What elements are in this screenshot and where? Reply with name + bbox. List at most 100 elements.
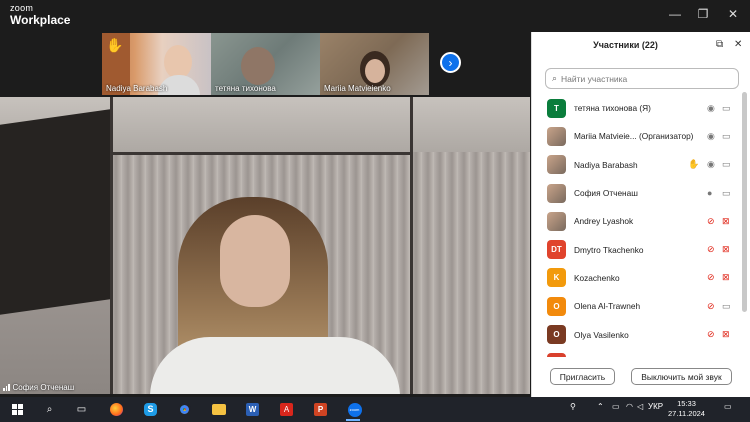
thumbnail-video[interactable]: тетяна тихонова bbox=[211, 33, 320, 95]
windows-taskbar: ⌕ ▭ S W A P zoom ⚲ ⌃ ▭ ◠ ◁ УКР 15:33 27.… bbox=[0, 397, 750, 422]
mic-icon[interactable]: ◉ bbox=[707, 103, 715, 114]
participant-name: София Отченаш bbox=[574, 188, 638, 199]
notifications-icon[interactable]: ▭ bbox=[724, 402, 732, 411]
dark-panel bbox=[0, 109, 110, 315]
participant-name: Andrey Lyashok bbox=[574, 216, 634, 227]
active-speaker-video[interactable]: София Отченаш bbox=[0, 97, 530, 394]
camera-icon[interactable]: ▭ bbox=[722, 131, 731, 142]
title-bar: zoom Workplace bbox=[0, 0, 530, 32]
thumbnail-name: Mariia Matvieienko bbox=[324, 84, 391, 93]
participants-list: Tтетяна тихонова (Я) ◉ ▭ Mariia Matvieie...… bbox=[532, 94, 742, 357]
participant-row[interactable]: O Olya Vasilenko ⊘ ⊠ bbox=[532, 320, 742, 348]
bed-frame bbox=[110, 152, 413, 155]
participant-row[interactable]: DT Dmytro Tkachenko ⊘ ⊠ bbox=[532, 235, 742, 263]
mic-icon[interactable]: ◉ bbox=[707, 131, 715, 142]
clock[interactable]: 15:33 27.11.2024 bbox=[668, 399, 705, 419]
camera-off-icon[interactable]: ⊠ bbox=[722, 329, 730, 340]
participant-row[interactable]: Mariia Matvieie... (Организатор) ◉ ▭ bbox=[532, 122, 742, 150]
avatar bbox=[547, 155, 566, 175]
zoom-logo: zoom Workplace bbox=[10, 3, 71, 27]
next-page-button[interactable]: › bbox=[440, 52, 461, 73]
mic-icon[interactable]: ◉ bbox=[707, 159, 715, 170]
avatar bbox=[547, 211, 566, 231]
clock-date: 27.11.2024 bbox=[668, 409, 705, 418]
mic-muted-icon[interactable]: ⊘ bbox=[707, 301, 715, 312]
raised-hand-icon: ✋ bbox=[688, 159, 700, 170]
volume-icon[interactable]: ◁ bbox=[637, 402, 643, 411]
person-body bbox=[150, 337, 400, 394]
logo-line1: zoom bbox=[10, 3, 34, 13]
camera-icon[interactable]: ▭ bbox=[722, 188, 731, 199]
participant-row[interactable]: Tтетяна тихонова (Я) ◉ ▭ bbox=[532, 94, 742, 122]
participant-name: Mariia Matvieie... (Организатор) bbox=[574, 131, 694, 142]
zoom-window: zoom Workplace — ❐ ✕ ✋ Nadiya Barabash т… bbox=[0, 0, 750, 397]
participant-row[interactable]: София Отченаш ● ▭ bbox=[532, 179, 742, 207]
thumbnail-name: тетяна тихонова bbox=[215, 84, 276, 93]
thumbnail-strip: ✋ Nadiya Barabash тетяна тихонова Mariia… bbox=[102, 33, 430, 95]
firefox-icon[interactable] bbox=[107, 400, 126, 419]
pop-out-icon[interactable]: ⧉ bbox=[716, 39, 723, 50]
participant-row[interactable]: Nadiya Barabash ✋ ◉ ▭ bbox=[532, 151, 742, 179]
language-indicator[interactable]: УКР bbox=[648, 402, 663, 411]
speaker-name: София Отченаш bbox=[12, 383, 75, 392]
participant-row[interactable]: K Kozachenko ⊘ ⊠ bbox=[532, 264, 742, 292]
chevron-right-icon: › bbox=[448, 55, 453, 70]
thumbnail-video[interactable]: ✋ Nadiya Barabash bbox=[102, 33, 211, 95]
zoom-app-icon[interactable]: zoom bbox=[345, 400, 364, 419]
search-input[interactable] bbox=[561, 73, 722, 84]
thumbnail-video[interactable]: Mariia Matvieienko bbox=[320, 33, 429, 95]
camera-off-icon[interactable]: ⊠ bbox=[722, 272, 730, 283]
mic-muted-icon[interactable]: ⊘ bbox=[707, 329, 715, 340]
skype-icon[interactable]: S bbox=[141, 400, 160, 419]
close-window-button[interactable]: ✕ bbox=[718, 0, 748, 28]
participant-row[interactable]: O Olena Al-Trawneh ⊘ ▭ bbox=[532, 292, 742, 320]
search-icon[interactable]: ⌕ bbox=[40, 400, 59, 419]
avatar: O bbox=[547, 296, 566, 316]
raised-hand-icon: ✋ bbox=[106, 37, 124, 53]
avatar: T bbox=[547, 98, 566, 118]
minimize-button[interactable]: — bbox=[660, 0, 690, 28]
participant-row[interactable]: Andrey Lyashok ⊘ ⊠ bbox=[532, 207, 742, 235]
camera-icon[interactable]: ▭ bbox=[722, 103, 731, 114]
participant-name: Nadiya Barabash bbox=[574, 159, 638, 170]
invite-button[interactable]: Пригласить bbox=[550, 368, 615, 385]
speaker-label: София Отченаш bbox=[3, 383, 74, 392]
battery-icon[interactable]: ▭ bbox=[612, 402, 620, 411]
maximize-button[interactable]: ❐ bbox=[688, 0, 718, 28]
acrobat-icon[interactable]: A bbox=[277, 400, 296, 419]
participant-row[interactable]: ⊘⊠ bbox=[532, 349, 742, 357]
wifi-icon[interactable]: ◠ bbox=[626, 402, 633, 411]
task-view-icon[interactable]: ▭ bbox=[72, 400, 91, 419]
camera-off-icon[interactable]: ⊠ bbox=[722, 216, 730, 227]
avatar: K bbox=[547, 268, 566, 288]
participant-name: Olya Vasilenko bbox=[574, 329, 629, 340]
mute-me-button[interactable]: Выключить мой звук bbox=[631, 368, 732, 385]
avatar: DT bbox=[547, 240, 566, 260]
participant-face bbox=[241, 47, 275, 85]
camera-icon[interactable]: ▭ bbox=[722, 301, 731, 312]
bed-pole bbox=[410, 97, 413, 394]
chevron-up-icon[interactable]: ⌃ bbox=[597, 402, 604, 411]
mic-muted-icon[interactable]: ⊘ bbox=[707, 216, 715, 227]
avatar bbox=[547, 126, 566, 146]
bed-pole bbox=[110, 97, 113, 394]
file-explorer-icon[interactable] bbox=[209, 400, 228, 419]
word-icon[interactable]: W bbox=[243, 400, 262, 419]
camera-icon[interactable]: ▭ bbox=[722, 159, 731, 170]
logo-line2: Workplace bbox=[10, 13, 71, 27]
mic-muted-icon[interactable]: ⊘ bbox=[707, 272, 715, 283]
camera-off-icon[interactable]: ⊠ bbox=[722, 244, 730, 255]
chrome-icon[interactable] bbox=[175, 400, 194, 419]
clock-time: 15:33 bbox=[677, 399, 696, 408]
close-panel-icon[interactable]: ✕ bbox=[734, 39, 742, 50]
participant-name: тетяна тихонова (Я) bbox=[574, 103, 651, 114]
mic-muted-icon[interactable]: ⊘ bbox=[707, 244, 715, 255]
search-box[interactable]: ⌕ bbox=[545, 68, 739, 89]
powerpoint-icon[interactable]: P bbox=[311, 400, 330, 419]
mic-icon[interactable]: ● bbox=[707, 188, 712, 198]
scrollbar[interactable] bbox=[742, 92, 747, 312]
people-icon[interactable]: ⚲ bbox=[570, 402, 576, 411]
panel-title: Участники (22) bbox=[593, 40, 658, 50]
signal-bars-icon bbox=[3, 384, 10, 391]
windows-start-icon[interactable] bbox=[8, 400, 27, 419]
